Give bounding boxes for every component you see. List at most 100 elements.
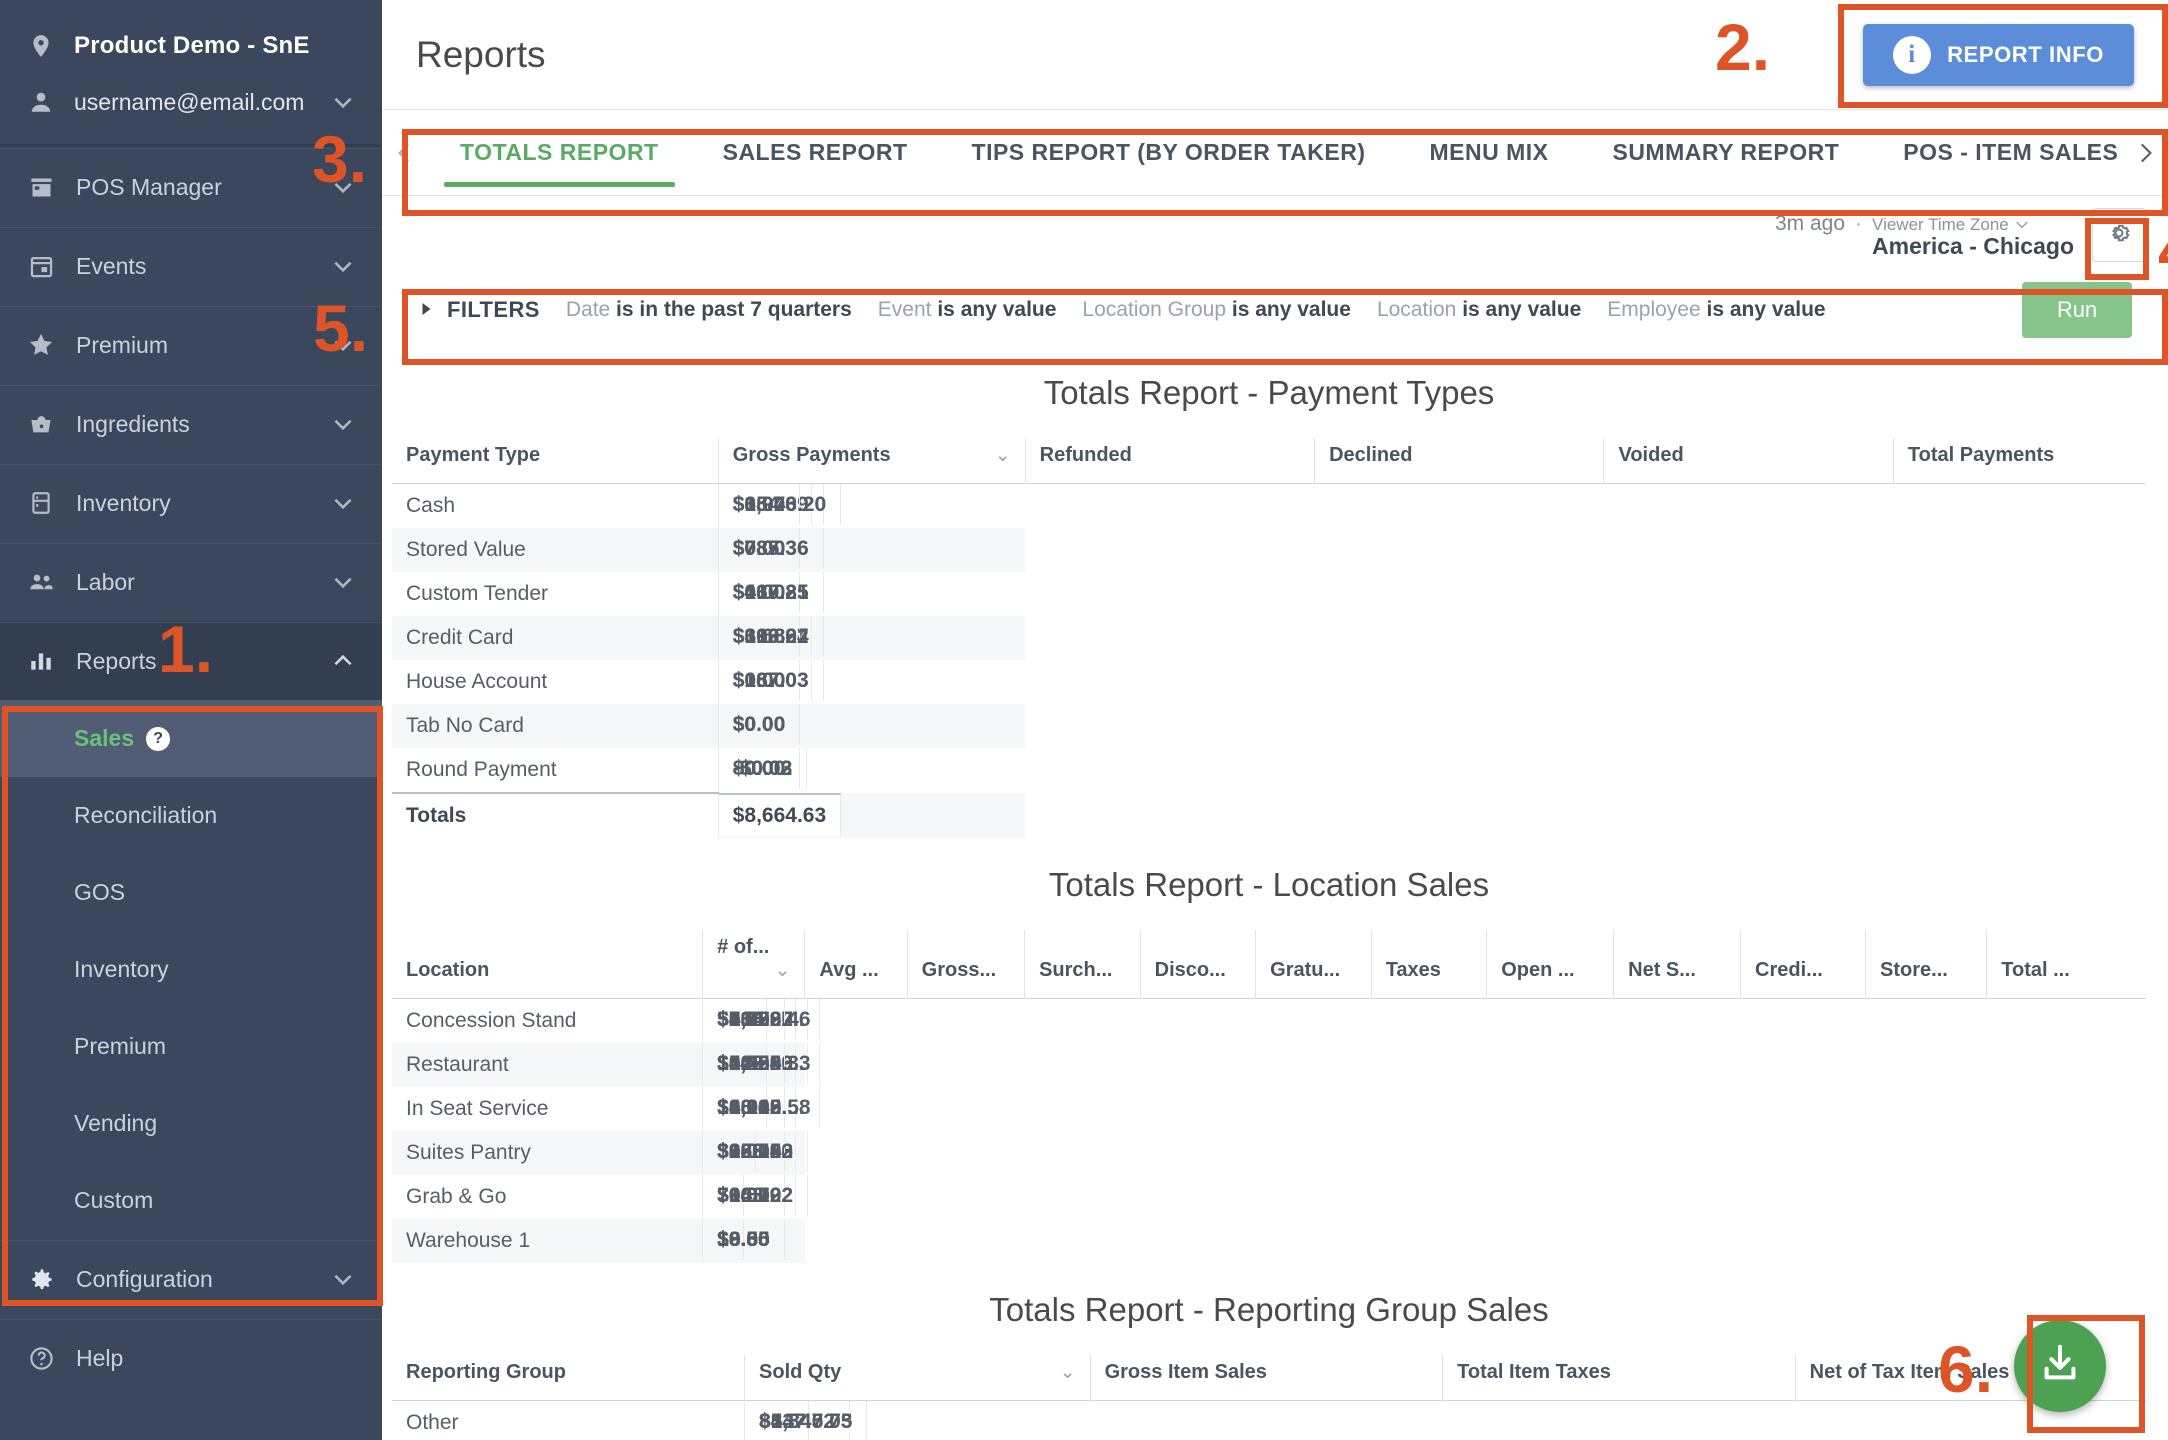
col-declined[interactable]: Declined	[1314, 438, 1605, 484]
col-location[interactable]: Location	[392, 930, 704, 999]
filter-field: Location	[1376, 298, 1457, 321]
chevron-up-icon[interactable]	[330, 648, 356, 674]
table-header-row: Payment Type Gross Payments ⌄ Refunded De…	[392, 438, 2146, 484]
col-open[interactable]: Open ...	[1486, 930, 1615, 999]
table-row[interactable]: Tab No Card $0.00 $0.00 $0.00 $0.00 $0.00	[392, 704, 2146, 748]
separator: ·	[1855, 212, 1863, 235]
chevron-right-icon[interactable]	[2122, 110, 2168, 195]
filter-chip-employee[interactable]: Employee is any value	[1607, 298, 1825, 322]
col-gross[interactable]: Gross...	[907, 930, 1026, 999]
tab-menu-mix[interactable]: MENU MIX	[1397, 110, 1580, 195]
col-total-item-taxes[interactable]: Total Item Taxes	[1442, 1355, 1796, 1401]
table-row[interactable]: House Account $187.03 $16.00 $0.00 $0.00 $187…	[392, 660, 2146, 704]
cell-value: $3.68	[719, 616, 801, 657]
sidebar-item-labor[interactable]: Labor	[0, 542, 382, 621]
sidebar-subitem-reconciliation[interactable]: Reconciliation	[0, 777, 382, 854]
totals-value: $8,664.63	[718, 793, 841, 836]
col-taxes[interactable]: Taxes	[1371, 930, 1488, 999]
tab-sales-report[interactable]: SALES REPORT	[691, 110, 940, 195]
col-num-of[interactable]: # of... ⌄	[702, 930, 806, 999]
table-row[interactable]: Credit Card $310.07 $193.94 $66.86 $3.68 $319…	[392, 616, 2146, 660]
filter-chip-date[interactable]: Date is in the past 7 quarters	[566, 298, 852, 322]
table-row[interactable]: Restaurant 151 $10.35 $1,423.... $52.55 $20.8…	[392, 1043, 2146, 1087]
viewer-time-zone[interactable]: Viewer Time Zone America - Chicago	[1872, 216, 2074, 258]
col-sold-qty[interactable]: Sold Qty ⌄	[744, 1355, 1091, 1401]
sidebar-item-events[interactable]: Events	[0, 226, 382, 305]
col-total-payments[interactable]: Total Payments	[1893, 438, 2146, 484]
chevron-down-icon[interactable]	[330, 332, 356, 358]
cell-value: 32	[703, 1131, 756, 1172]
col-surcharges[interactable]: Surch...	[1024, 930, 1141, 999]
sidebar-user[interactable]: username@email.com	[0, 74, 382, 130]
gear-icon	[26, 1266, 56, 1293]
col-stored[interactable]: Store...	[1865, 930, 1988, 999]
table-row[interactable]: Cash $6,940.20 $184.69 $0.00 $35.73 $6,940.20	[392, 483, 2146, 528]
chevron-down-icon[interactable]	[330, 253, 356, 279]
table-row[interactable]: Custom Tender $417.21 $167.25 $0.00 $0.00 $43…	[392, 572, 2146, 616]
table-row[interactable]: Round Payment -$0.03 -$0.02 $0.00 $0.00 -$0.0…	[392, 748, 2146, 793]
sidebar-subitem-sales[interactable]: Sales ?	[0, 700, 382, 777]
sidebar-item-premium[interactable]: Premium	[0, 305, 382, 384]
col-refunded[interactable]: Refunded	[1025, 438, 1316, 484]
download-button[interactable]	[2014, 1320, 2106, 1412]
sidebar-item-pos-manager[interactable]: POS Manager	[0, 147, 382, 226]
sidebar-item-reports[interactable]: Reports	[0, 621, 382, 700]
location-sales-table: Location # of... ⌄ Avg ... Gross... Surch…	[392, 930, 2146, 1263]
col-total[interactable]: Total ...	[1987, 930, 2146, 999]
filter-chip-location[interactable]: Location is any value	[1377, 298, 1581, 322]
chevron-left-icon[interactable]	[382, 110, 428, 195]
sidebar-item-inventory[interactable]: Inventory	[0, 463, 382, 542]
col-voided[interactable]: Voided	[1603, 438, 1894, 484]
table-row[interactable]: Warehouse 1 1 $9.35 $8.50 $0.00 $0.00 $0.00 $0.…	[392, 1219, 2146, 1263]
chevron-down-icon[interactable]	[330, 569, 356, 595]
col-gross-item-sales[interactable]: Gross Item Sales	[1090, 1355, 1444, 1401]
sidebar-item-ingredients[interactable]: Ingredients	[0, 384, 382, 463]
tab-pos-item-sales-by-location[interactable]: POS - ITEM SALES BY LO	[1871, 110, 2122, 195]
sidebar-subitem-inventory[interactable]: Inventory	[0, 931, 382, 1008]
calendar-icon	[26, 253, 56, 280]
run-button[interactable]: Run	[2022, 282, 2132, 338]
table-body: Cash $6,940.20 $184.69 $0.00 $35.73 $6,940.20…	[392, 483, 2146, 838]
filters-toggle[interactable]: FILTERS	[420, 297, 540, 323]
report-settings-button[interactable]	[2092, 208, 2146, 262]
tab-summary-report[interactable]: SUMMARY REPORT	[1580, 110, 1871, 195]
col-net-sales[interactable]: Net S...	[1613, 930, 1742, 999]
col-discounts[interactable]: Disco...	[1140, 930, 1257, 999]
sidebar-label: Inventory	[76, 489, 171, 516]
table-row[interactable]: Grab & Go 7 $14.72 $103.02 $0.00 $0.00 $0.00 $6…	[392, 1175, 2146, 1219]
chevron-down-icon[interactable]	[330, 490, 356, 516]
col-payment-type[interactable]: Payment Type	[392, 438, 719, 484]
tab-tips-report[interactable]: TIPS REPORT (BY ORDER TAKER)	[940, 110, 1398, 195]
table-row[interactable]: Other 813 $5,347.05 $347.02 $4,845.73	[392, 1400, 2146, 1440]
cell-value: $187.03	[732, 669, 809, 692]
chevron-down-icon[interactable]	[330, 411, 356, 437]
chevron-down-icon[interactable]	[330, 174, 356, 200]
sidebar-subitem-custom[interactable]: Custom	[0, 1162, 382, 1239]
col-credit[interactable]: Credi...	[1740, 930, 1867, 999]
sidebar-subitem-vending[interactable]: Vending	[0, 1085, 382, 1162]
sidebar-subitem-premium[interactable]: Premium	[0, 1008, 382, 1085]
col-gratuity[interactable]: Gratu...	[1255, 930, 1372, 999]
cell-value: $9.35	[717, 1228, 770, 1251]
table-row[interactable]: Concession Stand 593 $8.67 $4,928.... $168.0…	[392, 998, 2146, 1043]
sidebar-subitem-gos[interactable]: GOS	[0, 854, 382, 931]
tab-label: SALES REPORT	[722, 139, 908, 165]
tab-label: TIPS REPORT (BY ORDER TAKER)	[971, 139, 1366, 165]
chevron-down-icon	[2015, 216, 2029, 234]
filter-chip-location-group[interactable]: Location Group is any value	[1082, 298, 1351, 322]
sidebar-org[interactable]: Product Demo - SnE	[0, 18, 382, 74]
col-avg[interactable]: Avg ...	[804, 930, 908, 999]
chevron-down-icon[interactable]	[330, 1266, 356, 1292]
table-row[interactable]: Suites Pantry 32 $12.14 $363.00 $0.00 $0.00 $0…	[392, 1131, 2146, 1175]
sidebar-item-help[interactable]: Help	[0, 1318, 382, 1397]
chevron-down-icon[interactable]	[330, 89, 356, 115]
table-row[interactable]: In Seat Service 148 $8.28 $1,218.... $0.00 $8…	[392, 1087, 2146, 1131]
tab-totals-report[interactable]: TOTALS REPORT	[428, 110, 691, 195]
sidebar-item-configuration[interactable]: Configuration	[0, 1239, 382, 1318]
col-gross-payments[interactable]: Gross Payments ⌄	[718, 438, 1026, 484]
help-circle-icon[interactable]: ?	[146, 726, 171, 751]
filter-chip-event[interactable]: Event is any value	[878, 298, 1057, 322]
col-reporting-group[interactable]: Reporting Group	[392, 1355, 746, 1401]
report-info-button[interactable]: i REPORT INFO	[1863, 23, 2134, 86]
table-row[interactable]: Stored Value $785.36 $0.00 $0.00 $0.00 $787.3…	[392, 528, 2146, 572]
